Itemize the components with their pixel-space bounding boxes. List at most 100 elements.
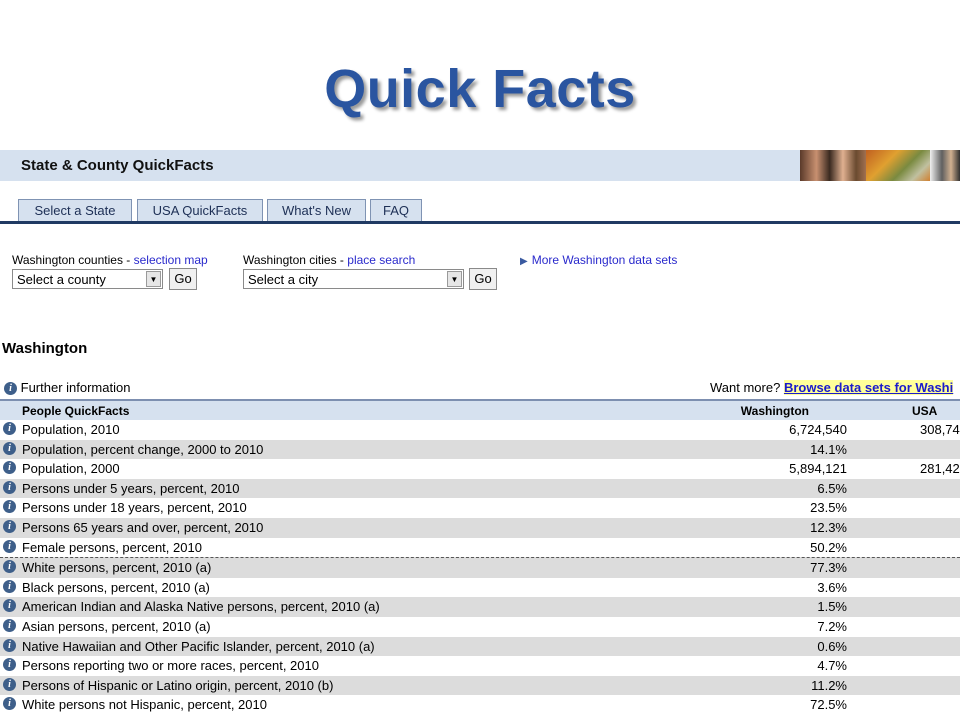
info-icon[interactable]: i [3, 579, 16, 593]
column-header-usa: USA [912, 404, 938, 418]
row-value-washington: 6,724,540 [789, 422, 847, 437]
header-photo-strip [800, 150, 960, 181]
info-icon[interactable]: i [3, 677, 16, 691]
tab-whats-new[interactable]: What's New [267, 199, 366, 221]
info-icon[interactable]: i [3, 697, 16, 711]
want-more-prefix: Want more? [710, 380, 784, 395]
row-label: Persons of Hispanic or Latino origin, pe… [22, 677, 334, 693]
info-icon[interactable]: i [3, 618, 16, 632]
chevron-down-icon[interactable]: ▼ [447, 271, 462, 287]
row-value-washington: 7.2% [817, 618, 847, 634]
more-datasets-label: More Washington data sets [531, 253, 678, 267]
table-row: i Persons under 5 years, percent, 2010 6.5… [0, 478, 960, 499]
counties-selector-label: Washington counties - selection map [12, 253, 208, 267]
info-icon[interactable]: i [3, 500, 16, 514]
row-label: American Indian and Alaska Native person… [22, 599, 380, 615]
info-icon[interactable]: i [3, 560, 16, 574]
browse-datasets-link[interactable]: Browse data sets for Washi [783, 380, 954, 395]
info-icon[interactable]: i [3, 658, 16, 672]
tab-bar: Select a State USA QuickFacts What's New… [0, 195, 960, 224]
row-label: Population, percent change, 2000 to 2010 [22, 441, 264, 457]
table-row: i Population, 2000 5,894,121 281,42 [0, 459, 960, 479]
row-value-washington: 11.2% [811, 677, 847, 693]
city-select-value: Select a city [248, 272, 319, 287]
row-value-washington: 12.3% [810, 519, 847, 535]
state-title: Washington [2, 340, 88, 357]
column-header-washington: Washington [740, 404, 809, 418]
further-information[interactable]: i Further information [4, 380, 131, 396]
row-label: Persons 65 years and over, percent, 2010 [22, 519, 264, 535]
row-label: Population, 2000 [22, 461, 120, 477]
table-row: i White persons, percent, 2010 (a) 77.3% [0, 557, 960, 578]
play-arrow-icon: ▶ [520, 256, 528, 267]
county-select-value: Select a county [17, 272, 106, 287]
info-icon[interactable]: i [4, 382, 17, 396]
row-label: Black persons, percent, 2010 (a) [22, 579, 210, 595]
table-row: i Population, percent change, 2000 to 201… [0, 439, 960, 460]
table-row: i Black persons, percent, 2010 (a) 3.6% [0, 578, 960, 598]
photo-children [800, 150, 866, 181]
info-icon[interactable]: i [3, 422, 16, 435]
cities-selector-label: Washington cities - place search [243, 253, 415, 267]
tab-usa-quickfacts[interactable]: USA QuickFacts [137, 199, 263, 221]
row-value-washington: 72.5% [810, 697, 847, 713]
row-value-washington: 50.2% [810, 539, 847, 555]
row-value-washington: 5,894,121 [789, 461, 847, 477]
table-row: i Persons reporting two or more races, pe… [0, 656, 960, 676]
info-icon[interactable]: i [3, 599, 16, 613]
row-label: Asian persons, percent, 2010 (a) [22, 618, 211, 634]
table-row: i Female persons, percent, 2010 50.2% [0, 538, 960, 558]
table-row: i Native Hawaiian and Other Pacific Islan… [0, 636, 960, 657]
photo-landscape [866, 150, 930, 181]
row-value-washington: 1.5% [817, 599, 847, 615]
county-go-button[interactable]: Go [169, 268, 197, 290]
row-label: Persons under 18 years, percent, 2010 [22, 500, 247, 516]
photo-person [930, 150, 960, 181]
city-go-button[interactable]: Go [469, 268, 497, 290]
quickfacts-table: People QuickFacts Washington USA i Popula… [0, 399, 960, 715]
table-header: People QuickFacts Washington USA [0, 401, 960, 420]
city-select[interactable]: Select a city ▼ [243, 269, 464, 289]
table-row: i Persons of Hispanic or Latino origin, p… [0, 675, 960, 696]
row-value-usa: 308,74 [920, 422, 960, 437]
column-header-people: People QuickFacts [22, 404, 130, 418]
place-search-link[interactable]: place search [347, 253, 415, 267]
selection-map-link[interactable]: selection map [134, 253, 208, 267]
county-select[interactable]: Select a county ▼ [12, 269, 163, 289]
info-icon[interactable]: i [3, 519, 16, 533]
info-icon[interactable]: i [3, 539, 16, 553]
table-row: i Population, 2010 6,724,540 308,74 [0, 420, 960, 440]
info-icon[interactable]: i [3, 638, 16, 652]
row-value-washington: 6.5% [817, 480, 847, 496]
table-row: i Asian persons, percent, 2010 (a) 7.2% [0, 617, 960, 637]
tab-select-state[interactable]: Select a State [18, 199, 132, 221]
quickfacts-header: State & County QuickFacts [0, 150, 960, 181]
more-datasets-link[interactable]: ▶ More Washington data sets [520, 253, 677, 267]
row-value-usa: 281,42 [920, 461, 960, 477]
table-row: i American Indian and Alaska Native perso… [0, 597, 960, 617]
table-row: i White persons not Hispanic, percent, 20… [0, 695, 960, 715]
further-information-label: Further information [20, 380, 131, 395]
row-value-washington: 23.5% [810, 500, 847, 516]
chevron-down-icon[interactable]: ▼ [146, 271, 161, 287]
cities-label: Washington cities - [243, 253, 348, 267]
info-icon[interactable]: i [3, 480, 16, 494]
counties-label: Washington counties - [12, 253, 134, 267]
row-label: White persons, percent, 2010 (a) [22, 560, 212, 576]
row-label: White persons not Hispanic, percent, 201… [22, 697, 267, 713]
info-icon[interactable]: i [3, 441, 16, 455]
tab-faq[interactable]: FAQ [370, 199, 422, 221]
header-title: State & County QuickFacts [21, 157, 214, 174]
info-icon[interactable]: i [3, 461, 16, 475]
table-row: i Persons under 18 years, percent, 2010 23… [0, 498, 960, 518]
row-label: Persons under 5 years, percent, 2010 [22, 480, 240, 496]
row-label: Population, 2010 [22, 422, 120, 437]
row-value-washington: 77.3% [810, 560, 847, 576]
row-value-washington: 4.7% [817, 658, 847, 674]
row-value-washington: 14.1% [810, 441, 847, 457]
row-value-washington: 3.6% [817, 579, 847, 595]
table-row: i Persons 65 years and over, percent, 201… [0, 517, 960, 538]
row-label: Native Hawaiian and Other Pacific Island… [22, 638, 375, 654]
slide-title: Quick Facts [324, 59, 636, 119]
row-label: Female persons, percent, 2010 [22, 539, 202, 555]
